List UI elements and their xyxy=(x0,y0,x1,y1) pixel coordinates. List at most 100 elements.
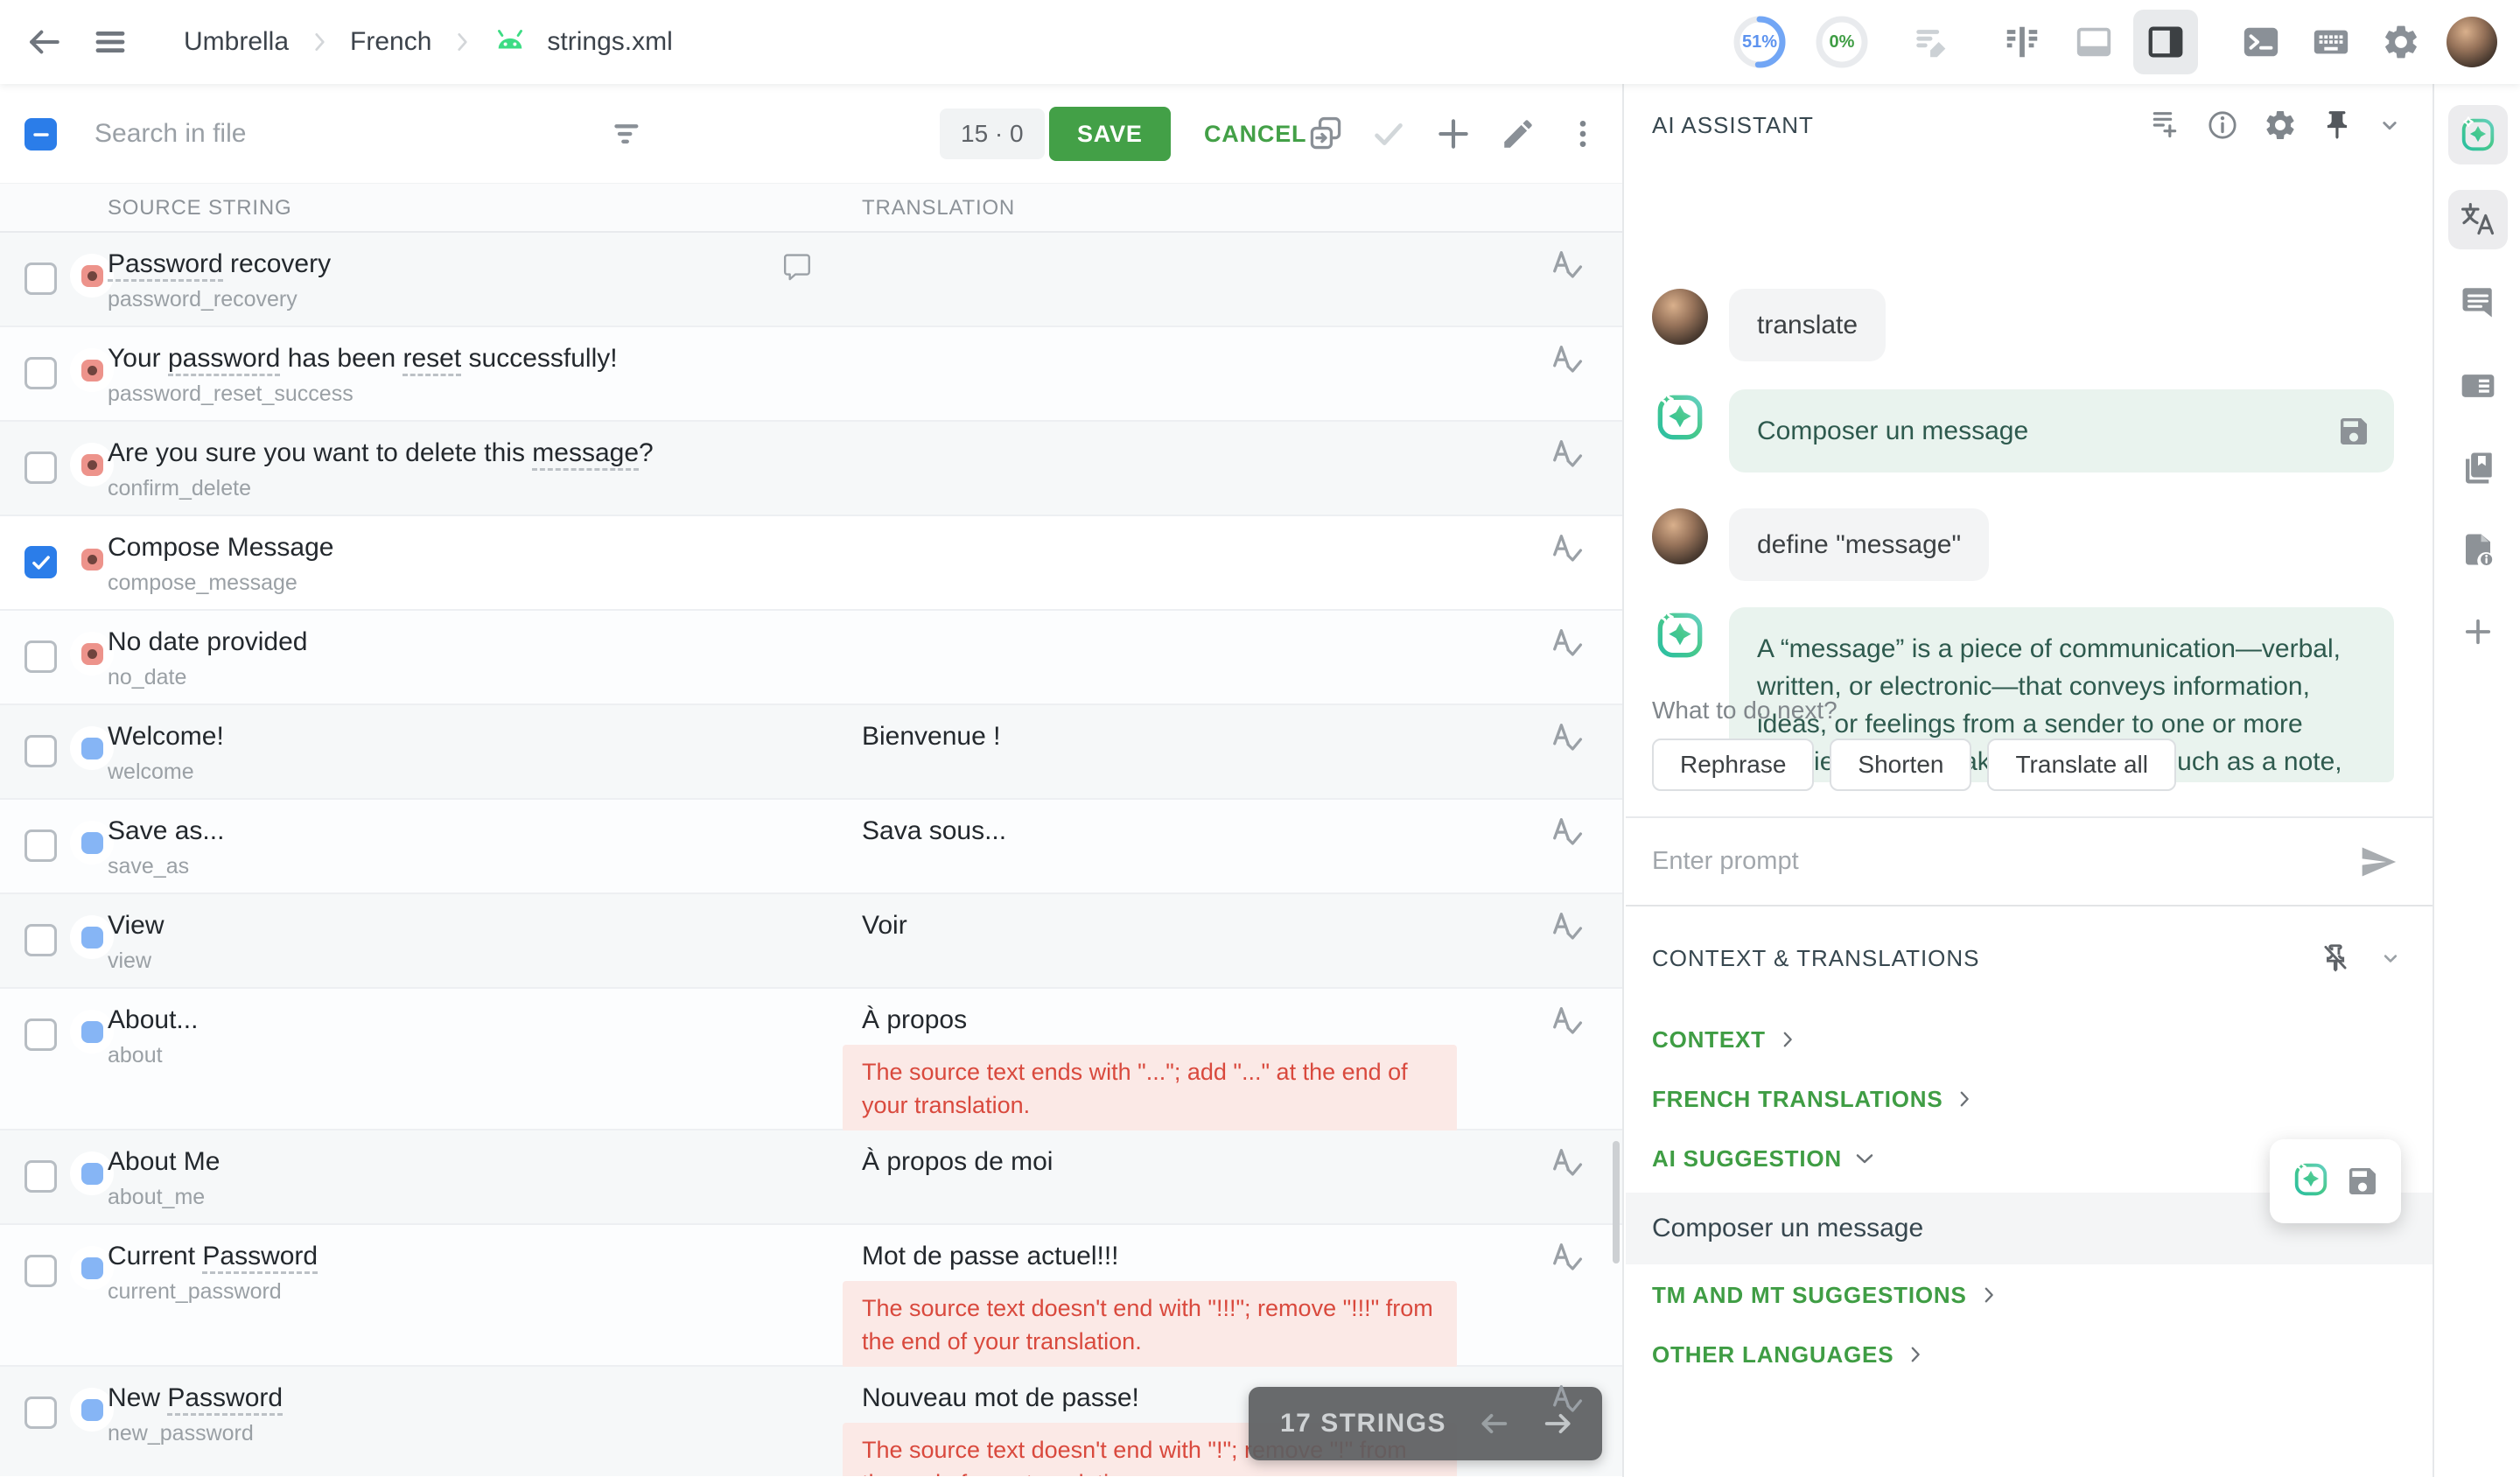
send-icon[interactable] xyxy=(2359,843,2398,881)
string-row[interactable]: Current Password current_password Mot de… xyxy=(0,1225,1622,1367)
translation-text[interactable]: Nouveau mot de passe! xyxy=(862,1381,1139,1416)
translation-status-icon[interactable] xyxy=(1549,341,1589,382)
row-checkbox[interactable] xyxy=(24,357,57,389)
keyboard-shortcuts-button[interactable] xyxy=(2306,18,2356,66)
row-checkbox[interactable] xyxy=(24,830,57,862)
unpin-icon[interactable] xyxy=(2319,942,2352,975)
user-avatar[interactable] xyxy=(2446,17,2497,67)
pin-icon[interactable] xyxy=(2320,108,2354,142)
source-string-text[interactable]: Welcome! xyxy=(108,719,224,754)
translation-text[interactable]: Bienvenue ! xyxy=(862,719,1000,754)
context-collapse-chevron-icon[interactable] xyxy=(2378,946,2403,970)
apply-ai-suggestion-button[interactable] xyxy=(2291,1159,2331,1204)
source-string-text[interactable]: Are you sure you want to delete this mes… xyxy=(108,436,654,471)
translate-row-button[interactable] xyxy=(1549,1381,1589,1425)
glossary-term[interactable]: Password xyxy=(202,1242,318,1274)
save-button[interactable]: SAVE xyxy=(1049,107,1171,161)
edit-button[interactable] xyxy=(1496,112,1540,156)
breadcrumb-language[interactable]: French xyxy=(350,27,431,57)
rail-file-info-button[interactable] xyxy=(2448,520,2508,579)
source-string-text[interactable]: View xyxy=(108,908,164,943)
translation-status-icon[interactable] xyxy=(1549,908,1589,948)
row-checkbox[interactable] xyxy=(24,924,57,956)
prompt-input[interactable]: Enter prompt xyxy=(1652,847,1799,876)
glossary-term[interactable]: Password xyxy=(108,249,223,282)
previous-page-icon[interactable] xyxy=(1476,1406,1511,1441)
translation-status-icon[interactable] xyxy=(1549,436,1589,476)
assistant-action-shorten[interactable]: Shorten xyxy=(1830,738,1971,791)
translation-status-icon[interactable] xyxy=(1549,1144,1589,1185)
source-string-text[interactable]: New Password xyxy=(108,1381,283,1416)
translate-row-button[interactable] xyxy=(1549,247,1589,291)
source-string-text[interactable]: Current Password xyxy=(108,1239,318,1274)
terminal-button[interactable] xyxy=(2236,18,2286,66)
translation-text[interactable]: Sava sous... xyxy=(862,814,1006,849)
comment-indicator[interactable] xyxy=(781,250,813,286)
row-checkbox[interactable] xyxy=(24,546,57,578)
add-string-button[interactable] xyxy=(1432,112,1475,156)
comment-icon[interactable] xyxy=(781,250,813,282)
approved-progress[interactable]: 0% xyxy=(1811,11,1872,73)
string-row[interactable]: Are you sure you want to delete this mes… xyxy=(0,422,1622,516)
translation-status-icon[interactable] xyxy=(1549,1381,1589,1421)
row-checkbox[interactable] xyxy=(24,1160,57,1193)
translate-row-button[interactable] xyxy=(1549,1239,1589,1284)
translate-row-button[interactable] xyxy=(1549,436,1589,480)
translation-status-icon[interactable] xyxy=(1549,247,1589,287)
row-checkbox[interactable] xyxy=(24,735,57,767)
select-all-checkbox[interactable] xyxy=(24,118,57,150)
collapse-chevron-icon[interactable] xyxy=(2376,112,2403,138)
string-row[interactable]: About... about À propos The source text … xyxy=(0,989,1622,1130)
view-mode-side-button[interactable] xyxy=(2133,10,2198,74)
save-message-button[interactable] xyxy=(2336,414,2371,459)
section-ai-suggestion[interactable]: AI SUGGESTION xyxy=(1652,1130,1875,1186)
glossary-term[interactable]: reset xyxy=(402,344,461,376)
string-row[interactable]: Welcome! welcome Bienvenue ! xyxy=(0,705,1622,800)
scrollbar-thumb[interactable] xyxy=(1613,1141,1620,1264)
translation-text[interactable]: Voir xyxy=(862,908,907,943)
translation-status-icon[interactable] xyxy=(1549,625,1589,665)
source-string-text[interactable]: Save as... xyxy=(108,814,224,849)
source-string-text[interactable]: About... xyxy=(108,1003,198,1038)
string-row[interactable]: About Me about_me À propos de moi xyxy=(0,1130,1622,1225)
translated-progress[interactable]: 51% xyxy=(1729,11,1790,73)
string-row[interactable]: No date provided no_date xyxy=(0,611,1622,705)
translation-status-icon[interactable] xyxy=(1549,1003,1589,1043)
translation-status-icon[interactable] xyxy=(1549,814,1589,854)
section-context[interactable]: CONTEXT xyxy=(1652,1012,1797,1068)
translate-row-button[interactable] xyxy=(1549,814,1589,858)
row-checkbox[interactable] xyxy=(24,1255,57,1287)
rail-ai-assistant-button[interactable] xyxy=(2448,105,2508,164)
source-string-text[interactable]: About Me xyxy=(108,1144,220,1180)
string-row[interactable]: Save as... save_as Sava sous... xyxy=(0,800,1622,894)
info-icon[interactable] xyxy=(2205,108,2240,143)
section-tm-and-mt-suggestions[interactable]: TM AND MT SUGGESTIONS xyxy=(1652,1267,1998,1323)
view-mode-bottom-button[interactable] xyxy=(2062,10,2126,74)
source-string-text[interactable]: Compose Message xyxy=(108,530,333,565)
glossary-term[interactable]: Password xyxy=(167,1383,283,1416)
translation-status-icon[interactable] xyxy=(1549,530,1589,570)
settings-button[interactable] xyxy=(2376,18,2426,66)
translation-status-icon[interactable] xyxy=(1549,719,1589,760)
copy-source-button[interactable] xyxy=(1304,112,1348,156)
rail-glossary-button[interactable] xyxy=(2448,438,2508,498)
string-row[interactable]: View view Voir xyxy=(0,894,1622,989)
approve-button[interactable] xyxy=(1367,112,1410,156)
translate-row-button[interactable] xyxy=(1549,341,1589,386)
string-row[interactable]: Your password has been reset successfull… xyxy=(0,327,1622,422)
filter-button[interactable] xyxy=(604,112,648,156)
string-row[interactable]: Compose Message compose_message xyxy=(0,516,1622,611)
translation-text[interactable]: À propos xyxy=(862,1003,967,1038)
more-options-button[interactable] xyxy=(1561,112,1605,156)
breadcrumb-file[interactable]: strings.xml xyxy=(547,27,672,57)
translate-row-button[interactable] xyxy=(1549,1144,1589,1189)
glossary-term[interactable]: message xyxy=(532,438,639,471)
row-checkbox[interactable] xyxy=(24,452,57,484)
section-other-languages[interactable]: OTHER LANGUAGES xyxy=(1652,1326,1925,1382)
translation-status-icon[interactable] xyxy=(1549,1239,1589,1279)
assistant-action-rephrase[interactable]: Rephrase xyxy=(1652,738,1814,791)
translate-row-button[interactable] xyxy=(1549,719,1589,764)
translation-text[interactable]: À propos de moi xyxy=(862,1144,1053,1180)
back-button[interactable] xyxy=(19,18,68,66)
new-conversation-icon[interactable] xyxy=(2147,108,2182,143)
